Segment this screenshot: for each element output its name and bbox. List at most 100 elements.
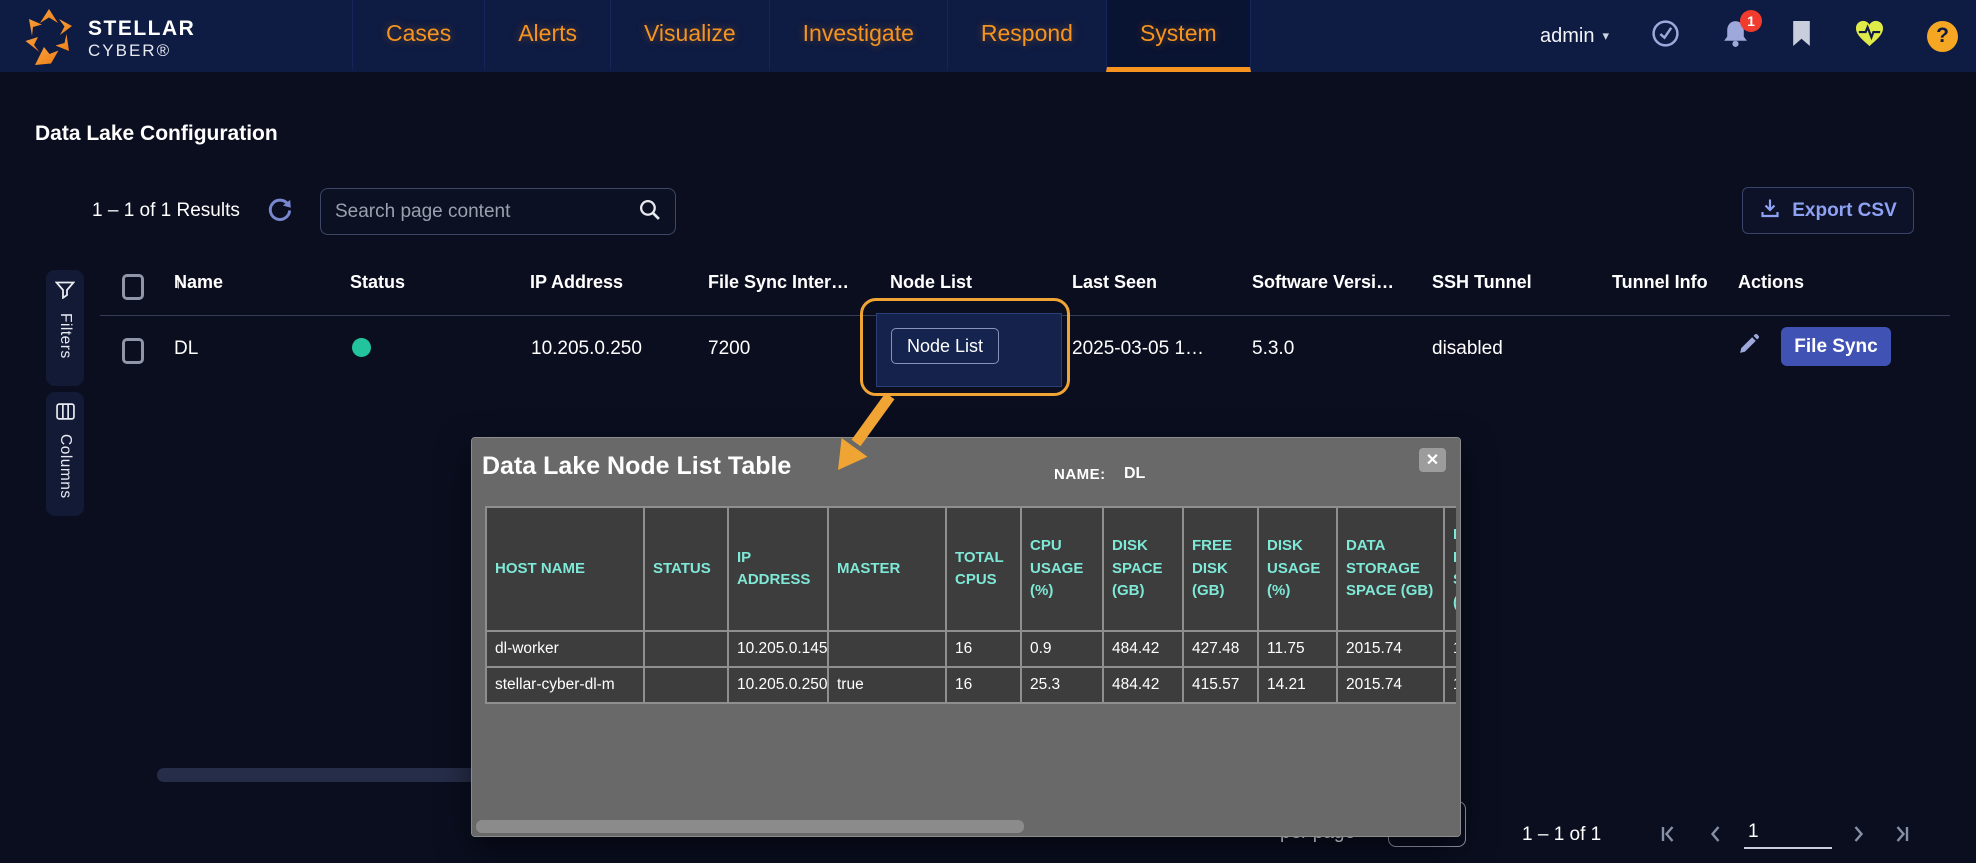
columns-tab[interactable]: Columns [46,392,84,516]
select-all-checkbox[interactable] [122,274,144,300]
column-header-status[interactable]: Status [350,272,405,293]
user-menu[interactable]: admin ▾ [1540,25,1609,48]
node-status [644,631,728,667]
brand[interactable]: STELLAR CYBER® [22,7,195,70]
top-nav: STELLAR CYBER® Cases Alerts Visualize In… [0,0,1976,72]
brand-line2: CYBER® [88,41,195,61]
export-csv-button[interactable]: Export CSV [1742,187,1914,234]
column-header-ip[interactable]: IP Address [530,272,623,293]
node-status [644,667,728,703]
node-row: stellar-cyber-dl-m 10.205.0.250 true 16 … [486,667,1456,703]
node-col-cpu-usage: CPU USAGE (%) [1021,507,1103,631]
heart-pulse-icon [1854,19,1885,53]
node-col-status: STATUS [644,507,728,631]
column-header-file-sync[interactable]: File Sync Inter… [708,272,849,293]
node-clipped: 1 [1444,631,1456,667]
modal-name-value: DL [1124,465,1145,483]
file-sync-button[interactable]: File Sync [1781,327,1891,366]
stellar-logo-icon [22,7,76,70]
column-header-tunnel-info[interactable]: Tunnel Info [1612,272,1708,293]
modal-horizontal-scrollbar[interactable] [476,820,1024,833]
node-free-disk: 427.48 [1183,631,1258,667]
column-header-actions: Actions [1738,272,1804,293]
edit-button[interactable] [1736,332,1761,363]
row-checkbox[interactable] [122,338,144,364]
node-ip: 10.205.0.145 [728,631,828,667]
first-page-button[interactable] [1656,822,1680,851]
nav-item-alerts[interactable]: Alerts [484,0,610,72]
column-header-node-list[interactable]: Node List [890,272,972,293]
cell-file-sync-interval: 7200 [708,338,750,360]
node-master [828,631,946,667]
help-icon: ? [1927,21,1958,52]
sort-asc-icon: ↑ [174,272,183,293]
nav-item-respond[interactable]: Respond [947,0,1106,72]
caret-down-icon: ▾ [1602,28,1609,44]
node-ip: 10.205.0.250 [728,667,828,703]
status-dot [352,338,371,357]
notification-badge: 1 [1740,10,1762,32]
close-button[interactable]: ✕ [1419,448,1446,472]
refresh-button[interactable] [266,197,293,229]
download-icon [1759,197,1781,225]
page-title: Data Lake Configuration [35,122,278,146]
results-count: 1 – 1 of 1 Results [92,200,240,222]
node-table-header-row: HOST NAME STATUS IP ADDRESS MASTER TOTAL… [486,507,1456,631]
table-header-row: Name ↑ Status IP Address File Sync Inter… [0,272,1976,312]
help-button[interactable]: ? [1927,21,1958,52]
user-label: admin [1540,25,1594,48]
node-list-button[interactable]: Node List [891,328,999,364]
node-total-cpus: 16 [946,667,1021,703]
brand-text: STELLAR CYBER® [88,17,195,61]
cell-ssh-tunnel: disabled [1432,338,1503,360]
node-row: dl-worker 10.205.0.145 16 0.9 484.42 427… [486,631,1456,667]
next-page-button[interactable] [1846,822,1870,851]
last-page-button[interactable] [1890,822,1914,851]
nav-item-visualize[interactable]: Visualize [610,0,769,72]
nav-right: admin ▾ 1 [1540,0,1958,72]
node-col-total-cpus: TOTAL CPUS [946,507,1021,631]
column-header-last-seen[interactable]: Last Seen [1072,272,1157,293]
bookmarks-button[interactable] [1791,20,1812,52]
pagination-range: 1 – 1 of 1 [1522,824,1601,846]
node-list-modal: Data Lake Node List Table NAME: DL ✕ HOS… [472,438,1460,836]
close-icon: ✕ [1426,450,1439,470]
nav-item-cases[interactable]: Cases [352,0,484,72]
search-icon[interactable] [638,198,661,226]
bookmark-icon [1791,20,1812,52]
export-csv-label: Export CSV [1792,200,1897,222]
column-header-software[interactable]: Software Versi… [1252,272,1394,293]
system-health-button[interactable] [1854,19,1885,53]
cell-name: DL [174,338,198,360]
cell-software-version: 5.3.0 [1252,338,1294,360]
node-col-host-name: HOST NAME [486,507,644,631]
search-input[interactable] [335,201,638,223]
cell-ip: 10.205.0.250 [531,338,642,360]
prev-page-button[interactable] [1704,822,1728,851]
notifications-button[interactable]: 1 [1722,19,1749,53]
node-disk-space: 484.42 [1103,667,1183,703]
page-number-input[interactable] [1744,819,1832,849]
node-free-disk: 415.57 [1183,667,1258,703]
columns-icon [56,403,75,425]
node-disk-usage: 14.21 [1258,667,1337,703]
table-row[interactable]: DL 10.205.0.250 7200 Node List 2025-03-0… [0,316,1976,394]
node-list-table-wrapper: HOST NAME STATUS IP ADDRESS MASTER TOTAL… [485,506,1456,712]
node-data-storage: 2015.74 [1337,631,1444,667]
brand-line1: STELLAR [88,17,195,41]
node-total-cpus: 16 [946,631,1021,667]
columns-tab-label: Columns [56,434,74,499]
modal-name-label: NAME: [1054,466,1106,483]
node-col-clipped: F D S ( [1444,507,1456,631]
node-col-disk-space: DISK SPACE (GB) [1103,507,1183,631]
tasks-status-button[interactable] [1651,19,1680,53]
nav-item-system[interactable]: System [1106,0,1251,72]
main-menu: Cases Alerts Visualize Investigate Respo… [352,0,1251,72]
node-disk-space: 484.42 [1103,631,1183,667]
node-col-data-storage: DATA STORAGE SPACE (GB) [1337,507,1444,631]
node-host-name: stellar-cyber-dl-m [486,667,644,703]
nav-item-investigate[interactable]: Investigate [769,0,947,72]
column-header-ssh-tunnel[interactable]: SSH Tunnel [1432,272,1532,293]
node-host-name: dl-worker [486,631,644,667]
node-col-disk-usage: DISK USAGE (%) [1258,507,1337,631]
